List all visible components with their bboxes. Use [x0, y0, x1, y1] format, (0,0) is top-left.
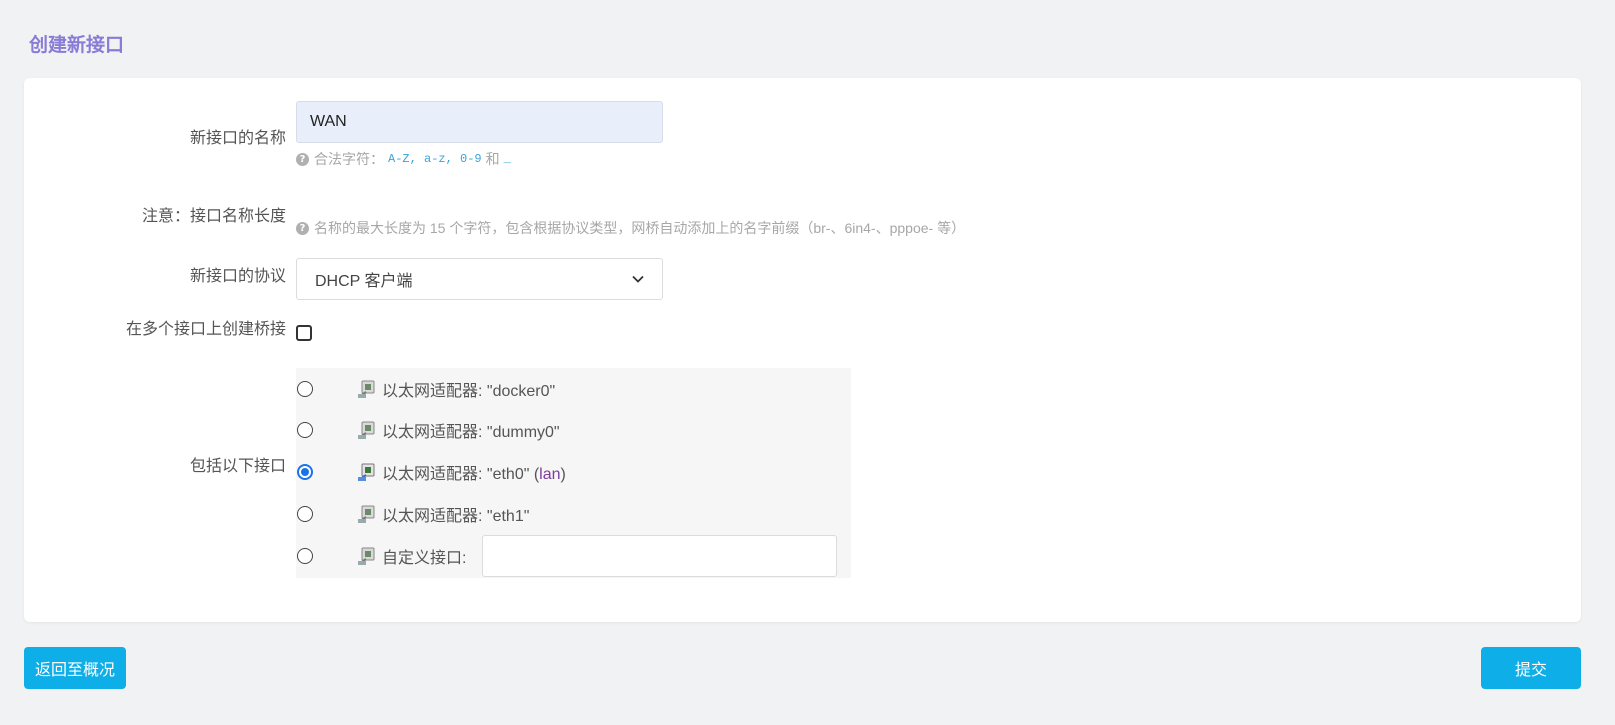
- custom-interface-input[interactable]: [482, 535, 837, 577]
- interface-radio[interactable]: [297, 506, 313, 522]
- zone-suffix: ): [560, 466, 566, 483]
- interface-option-dummy0[interactable]: 以太网适配器: "dummy0": [296, 410, 851, 450]
- interfaces-label: 包括以下接口: [189, 458, 286, 475]
- help-circle-icon: ?: [296, 152, 309, 166]
- hint-underscore: _: [503, 152, 511, 166]
- ethernet-adapter-icon: [358, 463, 375, 481]
- hint-valid-chars: A-Z, a-z, 0-9: [388, 152, 482, 166]
- interface-radio[interactable]: [297, 548, 313, 564]
- ethernet-adapter-icon: [358, 547, 375, 565]
- interface-name: 以太网适配器: "eth1": [382, 508, 530, 525]
- interface-name: 以太网适配器: "dummy0": [382, 424, 560, 441]
- page-title: 创建新接口: [29, 35, 125, 56]
- ethernet-adapter-icon: [358, 505, 375, 523]
- interface-name-hint: ? 合法字符： A-Z, a-z, 0-9 和 _: [296, 149, 515, 169]
- hint-and: 和: [485, 151, 500, 167]
- custom-interface-label: 自定义接口:: [382, 550, 467, 567]
- interface-option-docker0[interactable]: 以太网适配器: "docker0": [296, 369, 851, 409]
- help-circle-icon: ?: [296, 221, 309, 235]
- hint-prefix: 合法字符：: [314, 151, 384, 167]
- protocol-select[interactable]: DHCP 客户端: [296, 258, 663, 300]
- submit-button[interactable]: 提交: [1481, 647, 1581, 689]
- bridge-checkbox[interactable]: [296, 325, 312, 341]
- interface-option-eth1[interactable]: 以太网适配器: "eth1": [296, 494, 851, 534]
- interface-name-input[interactable]: [296, 101, 663, 143]
- interface-name: 以太网适配器: "eth0" (lan): [382, 460, 566, 484]
- interface-radio[interactable]: [297, 422, 313, 438]
- name-length-hint: ? 名称的最大长度为 15 个字符，包含根据协议类型，网桥自动添加上的名字前缀（…: [296, 218, 965, 238]
- interface-list: 以太网适配器: "docker0" 以太网适配器: "dummy0" 以太网适配…: [296, 368, 851, 578]
- name-length-hint-text: 名称的最大长度为 15 个字符，包含根据协议类型，网桥自动添加上的名字前缀（br…: [314, 220, 966, 236]
- bridge-label: 在多个接口上创建桥接: [125, 321, 286, 338]
- interface-name-text: 以太网适配器: "eth0" (: [382, 466, 540, 483]
- ethernet-adapter-icon: [358, 380, 375, 398]
- protocol-selected-value: DHCP 客户端: [315, 273, 413, 290]
- create-interface-form: 新接口的名称 ? 合法字符： A-Z, a-z, 0-9 和 _ 注意：接口名称…: [24, 78, 1581, 622]
- back-to-overview-button[interactable]: 返回至概况: [24, 647, 126, 689]
- interface-option-eth0[interactable]: 以太网适配器: "eth0" (lan): [296, 452, 851, 492]
- interface-radio[interactable]: [297, 381, 313, 397]
- interface-name: 以太网适配器: "docker0": [382, 383, 556, 400]
- zone-badge-lan: lan: [539, 466, 561, 483]
- ethernet-adapter-icon: [358, 421, 375, 439]
- interface-radio-selected[interactable]: [297, 464, 313, 480]
- chevron-down-icon: [632, 275, 644, 283]
- protocol-label: 新接口的协议: [189, 268, 286, 285]
- interface-option-custom[interactable]: 自定义接口:: [296, 535, 851, 577]
- interface-name-label: 新接口的名称: [189, 130, 286, 147]
- name-length-note-label: 注意：接口名称长度: [141, 208, 286, 225]
